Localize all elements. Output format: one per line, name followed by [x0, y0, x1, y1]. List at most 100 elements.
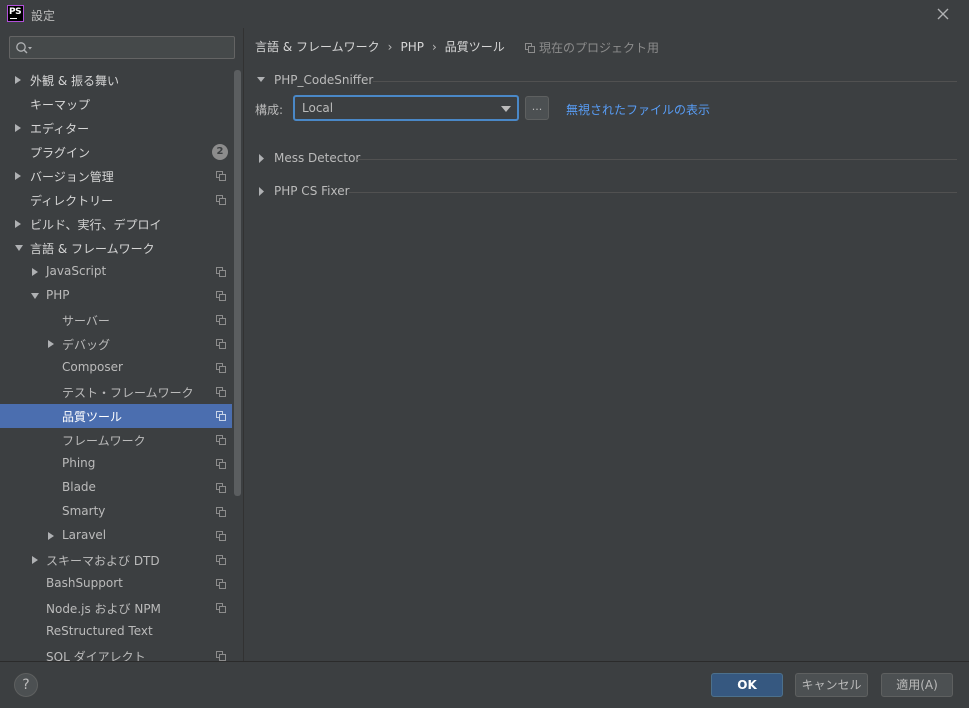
project-scope-icon	[216, 603, 226, 613]
tree-item-label: PHP	[46, 288, 70, 302]
tree-item-label: テスト・フレームワーク	[62, 386, 194, 400]
tree-item-editor[interactable]: エディター	[0, 116, 232, 140]
tree-item-label: Phing	[62, 456, 96, 470]
collapse-arrow-icon[interactable]	[257, 76, 266, 84]
tree-item-version-control[interactable]: バージョン管理	[0, 164, 232, 188]
project-scope-icon	[216, 339, 226, 349]
settings-content-panel: 言語 & フレームワーク › PHP › 品質ツール 現在のプロジェクト用 PHP_Co…	[245, 28, 969, 661]
tree-item-label: デバッグ	[62, 338, 111, 352]
project-scope-icon	[216, 435, 226, 445]
tree-item-debug[interactable]: デバッグ	[0, 332, 232, 356]
tree-item-schemas-dtds[interactable]: スキーマおよび DTD	[0, 548, 232, 572]
project-scope-label: 現在のプロジェクト用	[539, 41, 660, 55]
tree-item-build-execution-deployment[interactable]: ビルド、実行、デプロイ	[0, 212, 232, 236]
search-icon	[16, 42, 32, 54]
tree-item-quality-tools[interactable]: 品質ツール	[0, 404, 232, 428]
section-divider	[373, 81, 957, 82]
expand-arrow-icon[interactable]	[48, 340, 54, 348]
section-title: Mess Detector	[274, 151, 361, 165]
project-scope-icon	[216, 459, 226, 469]
show-ignored-files-link[interactable]: 無視されたファイルの表示	[566, 101, 710, 118]
project-scope-icon	[216, 579, 226, 589]
tree-item-laravel[interactable]: Laravel	[0, 524, 232, 548]
tree-item-phing[interactable]: Phing	[0, 452, 232, 476]
tree-item-label: BashSupport	[46, 576, 123, 590]
breadcrumb-item: PHP	[400, 40, 424, 54]
close-button[interactable]	[931, 3, 955, 25]
expand-arrow-icon[interactable]	[15, 76, 21, 84]
project-scope-icon	[216, 171, 226, 181]
breadcrumb-separator: ›	[431, 40, 437, 54]
tree-item-label: SQL ダイアレクト	[46, 650, 146, 661]
tree-item-directories[interactable]: ディレクトリー	[0, 188, 232, 212]
collapse-arrow-icon[interactable]	[15, 245, 23, 251]
tree-item-bashsupport[interactable]: BashSupport	[0, 572, 232, 596]
expand-arrow-icon[interactable]	[32, 268, 38, 276]
tree-item-sql-dialects[interactable]: SQL ダイアレクト	[0, 644, 232, 661]
tree-item-label: ビルド、実行、デプロイ	[30, 218, 162, 232]
section-php-cs-fixer[interactable]: PHP CS Fixer	[257, 183, 957, 201]
config-label: 構成:	[255, 103, 284, 117]
breadcrumb-item: 言語 & フレームワーク	[255, 40, 380, 54]
tree-item-label: 品質ツール	[62, 410, 123, 424]
expand-arrow-icon[interactable]	[257, 187, 265, 196]
tree-item-composer[interactable]: Composer	[0, 356, 232, 380]
settings-dialog: PS 設定 外観 & 振る舞い キーマップ エディター プラグイン 2 バージョ…	[0, 0, 969, 708]
section-php-codesniffer[interactable]: PHP_CodeSniffer	[257, 72, 957, 90]
tree-item-appearance[interactable]: 外観 & 振る舞い	[0, 68, 232, 92]
project-scope-icon	[216, 483, 226, 493]
project-scope-icon	[216, 195, 226, 205]
project-scope-icon	[216, 651, 226, 661]
tree-item-keymap[interactable]: キーマップ	[0, 92, 232, 116]
tree-item-plugins[interactable]: プラグイン 2	[0, 140, 232, 164]
tree-item-test-frameworks[interactable]: テスト・フレームワーク	[0, 380, 232, 404]
settings-sidebar: 外観 & 振る舞い キーマップ エディター プラグイン 2 バージョン管理 ディ…	[0, 28, 244, 661]
section-divider	[349, 192, 957, 193]
project-scope-icon	[216, 555, 226, 565]
tree-item-label: フレームワーク	[62, 434, 146, 448]
tree-item-blade[interactable]: Blade	[0, 476, 232, 500]
expand-arrow-icon[interactable]	[15, 220, 21, 228]
tree-item-javascript[interactable]: JavaScript	[0, 260, 232, 284]
project-scope-icon	[216, 315, 226, 325]
section-mess-detector[interactable]: Mess Detector	[257, 150, 957, 168]
breadcrumb-separator: ›	[387, 40, 393, 54]
collapse-arrow-icon[interactable]	[31, 293, 39, 299]
configuration-dropdown[interactable]: Local	[293, 95, 519, 121]
tree-item-label: バージョン管理	[30, 170, 114, 184]
tree-item-nodejs-npm[interactable]: Node.js および NPM	[0, 596, 232, 620]
project-scope-icon	[216, 387, 226, 397]
sidebar-scroll-thumb[interactable]	[234, 70, 241, 496]
settings-search-input[interactable]	[36, 39, 231, 56]
tree-item-label: ディレクトリー	[30, 194, 114, 208]
phpstorm-logo-icon: PS	[7, 5, 24, 22]
tree-item-languages-frameworks[interactable]: 言語 & フレームワーク	[0, 236, 232, 260]
apply-button[interactable]: 適用(A)	[881, 673, 953, 697]
tree-item-label: サーバー	[62, 314, 110, 328]
project-scope-icon	[525, 43, 535, 53]
expand-arrow-icon[interactable]	[15, 172, 21, 180]
settings-search-box[interactable]	[9, 36, 235, 59]
project-scope-icon	[216, 267, 226, 277]
tree-item-php[interactable]: PHP	[0, 284, 232, 308]
tree-item-label: Blade	[62, 480, 96, 494]
tree-item-label: プラグイン	[30, 146, 91, 160]
expand-arrow-icon[interactable]	[48, 532, 54, 540]
tree-item-label: エディター	[30, 122, 90, 136]
sidebar-scrollbar[interactable]	[233, 68, 242, 661]
tree-item-label: Composer	[62, 360, 123, 374]
cancel-button[interactable]: キャンセル	[795, 673, 868, 697]
tree-item-frameworks[interactable]: フレームワーク	[0, 428, 232, 452]
tree-item-label: ReStructured Text	[46, 624, 153, 638]
configuration-value: Local	[302, 101, 334, 115]
tree-item-smarty[interactable]: Smarty	[0, 500, 232, 524]
tree-item-servers[interactable]: サーバー	[0, 308, 232, 332]
expand-arrow-icon[interactable]	[15, 124, 21, 132]
ok-button[interactable]: OK	[711, 673, 783, 697]
expand-arrow-icon[interactable]	[257, 154, 265, 163]
project-scope-icon	[216, 531, 226, 541]
tree-item-restructured-text[interactable]: ReStructured Text	[0, 620, 232, 644]
expand-arrow-icon[interactable]	[32, 556, 38, 564]
help-button[interactable]: ?	[14, 673, 38, 697]
configure-interpreter-button[interactable]: ...	[525, 96, 549, 120]
